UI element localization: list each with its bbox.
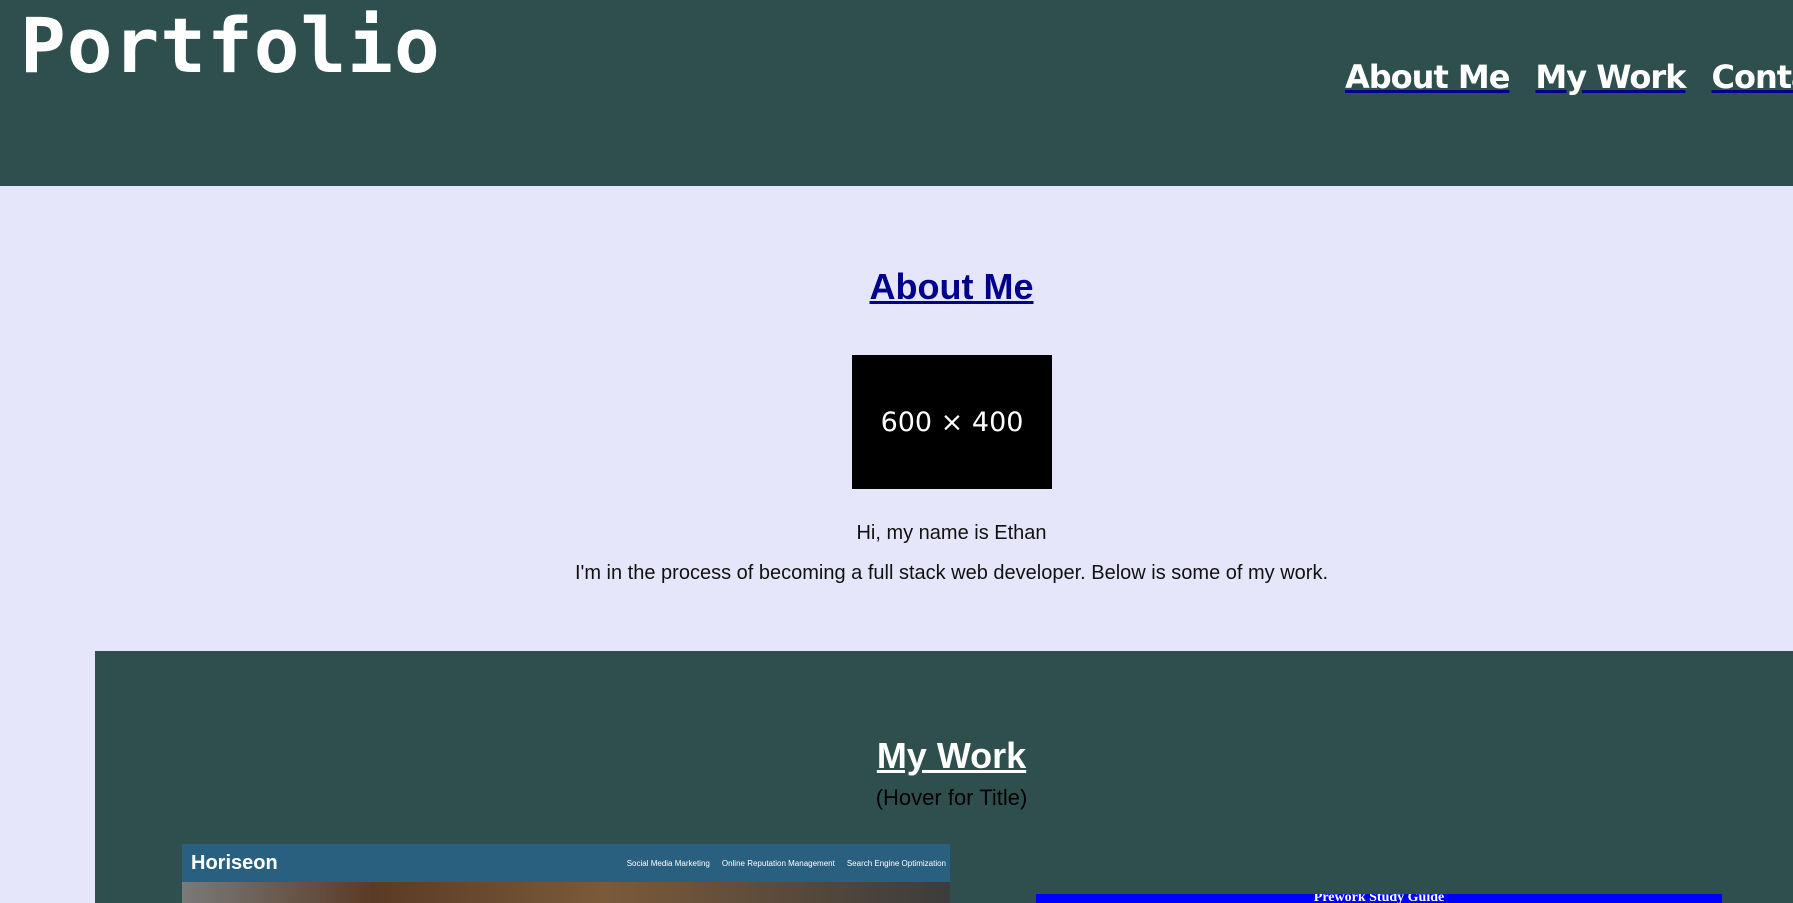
about-heading[interactable]: About Me: [0, 266, 1793, 308]
greeting-text: Hi, my name is Ethan: [856, 522, 1047, 544]
bio-text: I'm in the process of becoming a full st…: [574, 562, 1329, 584]
thumbnail-brand: Horiseon: [191, 851, 278, 874]
site-title: Portfolio: [20, 1, 441, 90]
thumbnail-header-bar: Horiseon Social Media Marketing Online R…: [182, 844, 950, 882]
profile-image-placeholder: 600 × 400: [852, 355, 1052, 489]
main-nav: About Me My Work Contact: [1345, 58, 1793, 96]
hover-note: (Hover for Title): [875, 785, 1028, 810]
site-header: Portfolio About Me My Work Contact: [0, 0, 1793, 186]
nav-about-me[interactable]: About Me: [1345, 58, 1510, 96]
thumbnail-link: Social Media Marketing: [626, 858, 710, 868]
thumbnail-link: Search Engine Optimization: [846, 858, 946, 868]
work-section: My Work (Hover for Title) Horiseon Socia…: [95, 651, 1793, 903]
project-thumbnail-horiseon[interactable]: Horiseon Social Media Marketing Online R…: [182, 844, 950, 903]
thumbnail-photo: [182, 882, 950, 903]
thumbnail-link: Online Reputation Management: [721, 858, 835, 868]
project-thumbnail-prework[interactable]: Prework Study Guide: [1036, 894, 1722, 903]
work-heading[interactable]: My Work: [95, 735, 1793, 777]
nav-contact[interactable]: Contact: [1711, 58, 1793, 96]
nav-my-work[interactable]: My Work: [1535, 58, 1686, 96]
thumbnail-links: Social Media Marketing Online Reputation…: [627, 859, 946, 868]
thumbnail-title: Prework Study Guide: [1313, 894, 1445, 903]
